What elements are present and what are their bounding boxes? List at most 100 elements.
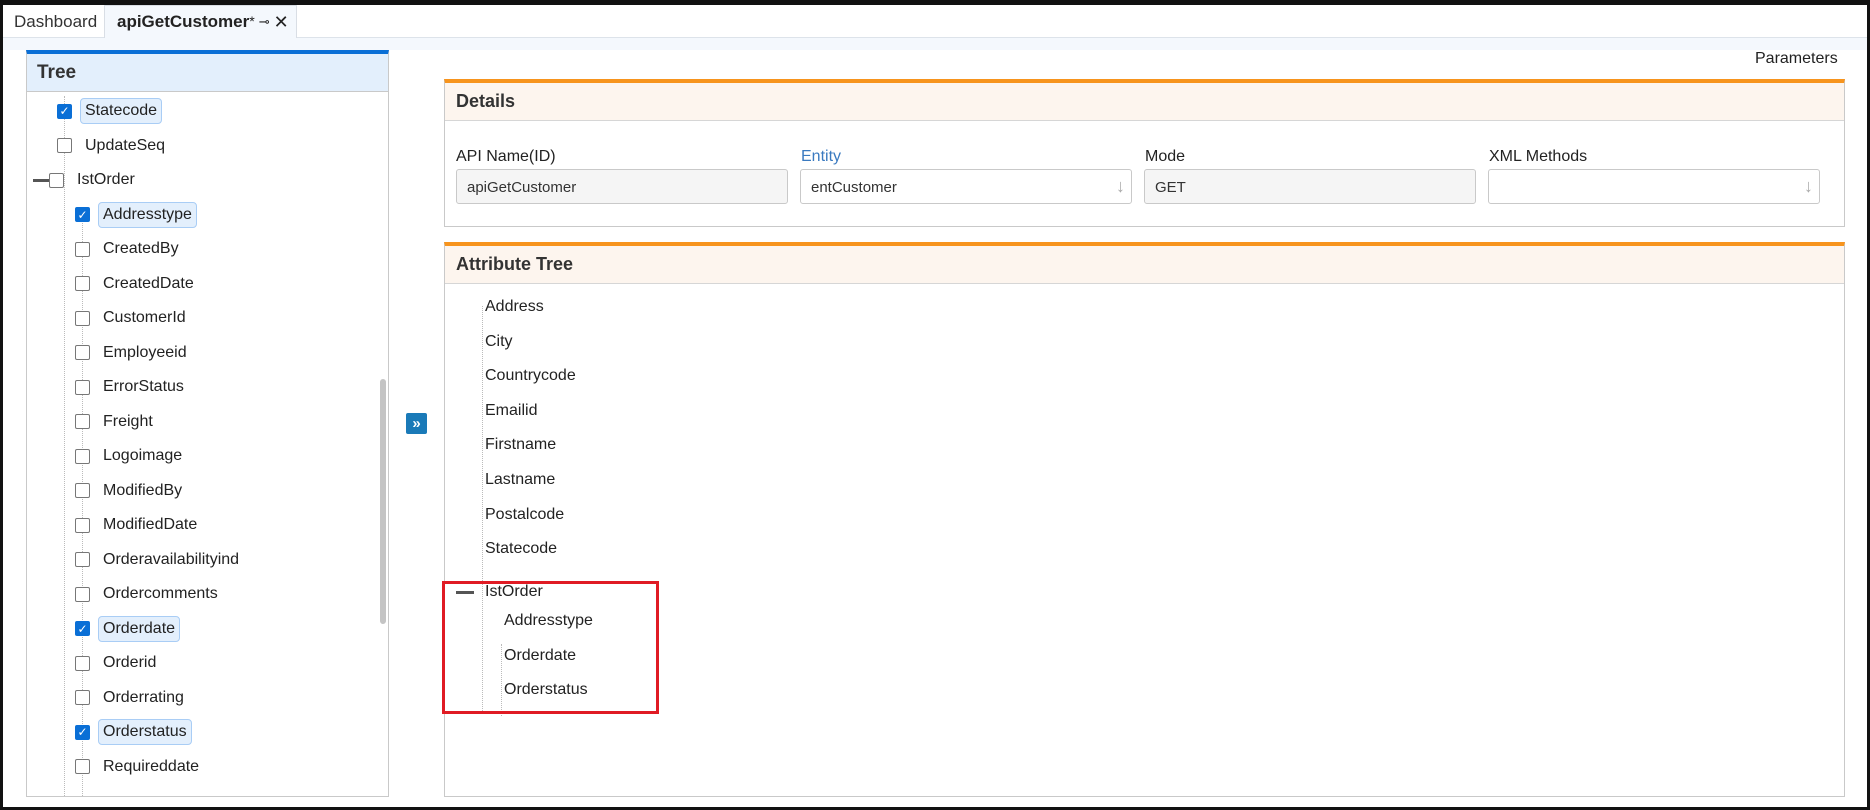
attribute-tree-title: Attribute Tree	[445, 246, 1844, 284]
tab-dashboard[interactable]: Dashboard	[2, 5, 109, 38]
checkbox[interactable]	[75, 345, 90, 360]
tree-node-label: Orderavailabilityind	[103, 550, 240, 568]
tree-node[interactable]: Employeeid	[75, 338, 192, 368]
tree-guide-line	[64, 96, 65, 796]
tree-node-label: Addresstype	[98, 201, 197, 228]
api-name-input[interactable]: apiGetCustomer	[456, 169, 788, 204]
tree-scrollbar[interactable]	[380, 379, 386, 624]
checkbox[interactable]	[75, 414, 90, 429]
checkbox[interactable]	[75, 276, 90, 291]
attribute-item[interactable]: Lastname	[485, 471, 555, 489]
modified-indicator: *	[249, 14, 255, 30]
tab-label: Dashboard	[14, 11, 98, 31]
mode-value: GET	[1155, 179, 1186, 196]
tree-node[interactable]: Orderid	[75, 648, 161, 678]
tree-node[interactable]: Requireddate	[75, 752, 204, 782]
tree-node-label: CustomerId	[103, 309, 186, 326]
checkbox[interactable]	[75, 483, 90, 498]
checkbox[interactable]: ✓	[57, 103, 72, 119]
checkbox[interactable]	[75, 241, 90, 257]
tree-node-label: Employeeid	[103, 343, 187, 361]
tree-node-label: CreatedBy	[103, 240, 179, 257]
checkbox[interactable]	[57, 138, 72, 153]
tree-panel: Tree ✓ Statecode UpdateSeq IstOrder ✓ Address…	[26, 50, 389, 797]
checkbox[interactable]	[75, 379, 90, 395]
tab-apigetcustomer[interactable]: apiGetCustomer * ⊸ ✕	[104, 5, 297, 38]
tree-node-label: Statecode	[80, 98, 163, 124]
checkbox[interactable]	[75, 690, 90, 705]
tree-node[interactable]: Ordercomments	[75, 579, 223, 609]
tree-node-label: Ordercomments	[103, 585, 218, 602]
pin-icon[interactable]: ⊸	[259, 14, 270, 30]
checkbox[interactable]	[75, 448, 90, 464]
attribute-item[interactable]: Address	[485, 298, 544, 316]
tree-node[interactable]: CustomerId	[75, 303, 191, 333]
tree-node-label: CreatedDate	[103, 274, 194, 292]
tree-node[interactable]: IstOrder	[33, 165, 140, 195]
checkbox[interactable]	[75, 655, 90, 671]
tree-node[interactable]: CreatedBy	[75, 234, 184, 264]
highlight-box	[442, 581, 659, 714]
tree-node[interactable]: ✓ Orderstatus	[75, 717, 192, 747]
tree-node[interactable]: ✓ Orderdate	[75, 614, 181, 644]
checkbox[interactable]	[75, 759, 90, 774]
api-name-value: apiGetCustomer	[467, 179, 577, 196]
checkbox[interactable]: ✓	[75, 724, 90, 740]
tree-node-label: IstOrder	[77, 171, 135, 188]
parameters-link[interactable]: Parameters	[1755, 50, 1838, 68]
tree-title: Tree	[27, 54, 388, 92]
tree-node[interactable]: Orderavailabilityind	[75, 545, 244, 575]
tree-node-label: Orderid	[103, 654, 157, 671]
entity-select[interactable]: entCustomer ↓	[800, 169, 1132, 204]
tree-node-label: Orderdate	[98, 615, 181, 642]
xml-methods-label: XML Methods	[1489, 148, 1588, 165]
content-background	[3, 38, 1867, 50]
close-icon[interactable]: ✕	[274, 12, 289, 33]
tree-node[interactable]: CreatedDate	[75, 269, 199, 299]
tree-node-label: UpdateSeq	[85, 136, 166, 154]
checkbox[interactable]	[75, 310, 90, 326]
details-panel: Details API Name(ID) apiGetCustomer Enti…	[444, 79, 1845, 227]
tree-node[interactable]: Logoimage	[75, 441, 187, 471]
attribute-item[interactable]: Emailid	[485, 402, 537, 420]
mode-input[interactable]: GET	[1144, 169, 1476, 204]
mode-label: Mode	[1145, 148, 1186, 165]
entity-label[interactable]: Entity	[801, 148, 841, 166]
arrow-down-icon: ↓	[1116, 176, 1125, 196]
tree-node[interactable]: ModifiedDate	[75, 510, 202, 540]
attribute-item[interactable]: Postalcode	[485, 506, 564, 524]
checkbox[interactable]	[75, 517, 90, 533]
tree-node-label: Orderstatus	[98, 719, 192, 745]
tree-node[interactable]: ModifiedBy	[75, 476, 187, 506]
tree-node-label: ModifiedBy	[103, 481, 183, 499]
details-title: Details	[445, 83, 1844, 121]
tree-node[interactable]: Freight	[75, 407, 158, 437]
checkbox[interactable]: ✓	[75, 207, 90, 222]
attribute-item[interactable]: City	[485, 333, 513, 351]
tree-node-label: Freight	[103, 412, 153, 430]
tree-node-label: Requireddate	[103, 757, 200, 775]
tree-node[interactable]: ErrorStatus	[75, 372, 189, 402]
tree-node-label: ModifiedDate	[103, 516, 198, 533]
tree-node[interactable]: Orderrating	[75, 683, 189, 713]
attribute-item[interactable]: Countrycode	[485, 367, 576, 385]
tab-label: apiGetCustomer	[117, 12, 250, 31]
xml-methods-select[interactable]: ↓	[1488, 169, 1820, 204]
api-name-label: API Name(ID)	[456, 148, 556, 165]
move-right-button[interactable]: »	[406, 413, 427, 434]
tree-node-label: Orderrating	[103, 688, 184, 706]
tree-node[interactable]: UpdateSeq	[57, 131, 170, 161]
checkbox[interactable]	[75, 586, 90, 602]
checkbox[interactable]	[75, 552, 90, 567]
attribute-item[interactable]: Statecode	[485, 540, 557, 558]
attribute-item[interactable]: Firstname	[485, 436, 556, 454]
tree-node-label: Logoimage	[103, 447, 183, 464]
checkbox[interactable]: ✓	[75, 621, 90, 636]
tree-node[interactable]: ✓ Statecode	[57, 96, 163, 126]
checkbox[interactable]	[49, 172, 64, 188]
tree-node-label: ErrorStatus	[103, 378, 184, 395]
tab-bar: Dashboard apiGetCustomer * ⊸ ✕	[0, 0, 1870, 38]
arrow-down-icon: ↓	[1804, 176, 1813, 196]
tree-node[interactable]: ✓ Addresstype	[75, 200, 197, 230]
double-chevron-right-icon: »	[412, 415, 421, 432]
